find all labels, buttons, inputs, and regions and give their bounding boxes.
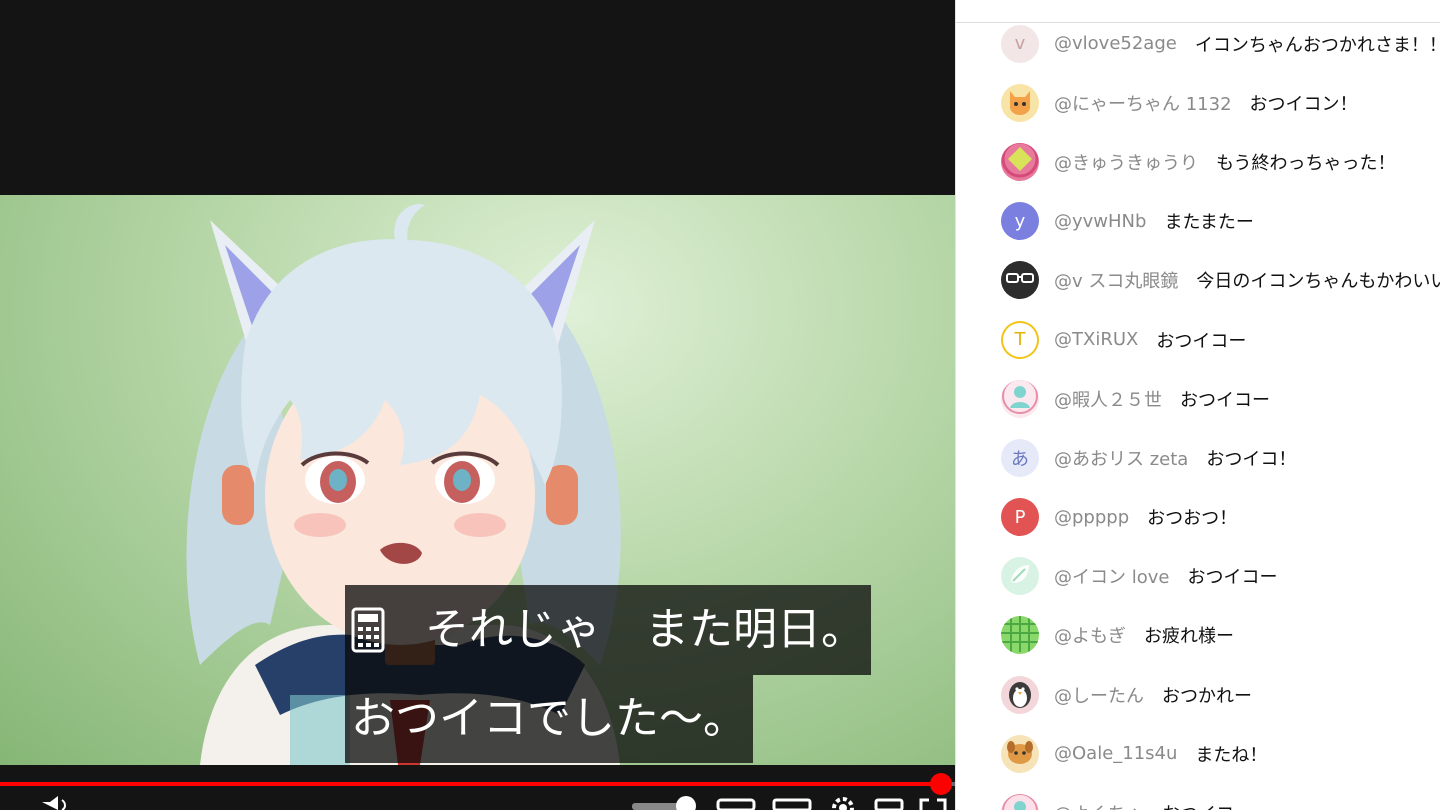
theater-mode-icon[interactable] — [874, 794, 904, 810]
cat-avatar-icon — [1001, 84, 1039, 122]
caption-text-1: それじゃ また明日。 — [425, 604, 865, 655]
person-avatar-icon — [1001, 794, 1039, 810]
avatar-letter: T — [1014, 329, 1026, 351]
avatar[interactable] — [1001, 794, 1039, 810]
chat-message-text: おつイコー — [1156, 330, 1247, 352]
chat-message[interactable]: v @vlove52age イコンちゃんおつかれさま！！ — [956, 14, 1440, 73]
avatar[interactable]: P — [1001, 498, 1039, 537]
chat-author-name[interactable]: @きゅうきゅうり — [1054, 149, 1198, 175]
pattern-avatar-icon — [1001, 616, 1039, 654]
autoplay-toggle-icon[interactable] — [632, 794, 698, 810]
chat-author-name[interactable]: @ppppp — [1054, 507, 1129, 528]
avatar[interactable]: あ — [1001, 438, 1039, 477]
progress-bar[interactable] — [0, 773, 955, 795]
avatar[interactable]: y — [1001, 202, 1039, 241]
chat-message-text: おつイコン！ — [1249, 93, 1358, 115]
chat-message-text: おつイコー — [1187, 567, 1278, 589]
chat-author-name[interactable]: @あおリス zeta — [1054, 445, 1188, 471]
chat-message-text: またまたー — [1164, 212, 1254, 234]
caption-line-2: おつイコでした～。 — [345, 675, 753, 763]
gear-icon[interactable] — [828, 794, 858, 810]
chat-author-name[interactable]: @vlove52age — [1054, 33, 1177, 54]
chat-message[interactable]: @にゃーちゃん 1132 おつイコン！ — [956, 73, 1440, 132]
avatar[interactable]: v — [1001, 24, 1039, 63]
chat-message-text: おつおつ！ — [1147, 508, 1238, 530]
fullscreen-icon[interactable] — [918, 794, 948, 810]
chat-message-text: おつイコー — [1162, 800, 1252, 810]
penguin-avatar-icon — [1001, 676, 1039, 714]
chat-author-name[interactable]: @よくちゃ — [1054, 800, 1144, 810]
live-chat-panel[interactable]: v @vlove52age イコンちゃんおつかれさま！！ @にゃーちゃん 1132 おつ… — [955, 0, 1440, 810]
chat-message[interactable]: @きゅうきゅうり もう終わっちゃった！ — [956, 132, 1440, 191]
calculator-icon — [351, 607, 385, 653]
avatar-letter: あ — [1011, 448, 1029, 470]
chat-author-name[interactable]: @よもぎ — [1054, 622, 1126, 648]
glasses-avatar-icon — [1001, 261, 1039, 299]
chat-author-name[interactable]: @暇人２５世 — [1054, 386, 1162, 412]
chat-message[interactable]: T @TXiRUX おつイコー — [956, 310, 1440, 369]
avatar[interactable]: T — [1001, 320, 1039, 359]
avatar[interactable] — [1001, 734, 1039, 773]
subtitles-icon[interactable] — [716, 794, 756, 810]
chat-message[interactable]: あ @あおリス zeta おつイコ！ — [956, 428, 1440, 487]
chat-author-name[interactable]: @にゃーちゃん 1132 — [1054, 90, 1232, 116]
chat-author-name[interactable]: @Oale_11s4u — [1054, 743, 1177, 764]
chat-message[interactable]: @よくちゃ おつイコー — [956, 783, 1440, 810]
chat-message[interactable]: P @ppppp おつおつ！ — [956, 488, 1440, 547]
avatar[interactable] — [1001, 83, 1039, 122]
video-player[interactable]: それじゃ また明日。 おつイコでした～。 — [0, 0, 955, 810]
avatar[interactable] — [1001, 675, 1039, 714]
caption-text-2: おつイコでした～。 — [351, 693, 747, 744]
dog-avatar-icon — [1001, 735, 1039, 773]
player-controls — [0, 794, 955, 810]
diamond-avatar-icon — [1001, 142, 1039, 181]
chat-author-name[interactable]: @イコン love — [1054, 563, 1169, 589]
chat-message[interactable]: y @yvwHNb またまたー — [956, 192, 1440, 251]
chat-author-name[interactable]: @v スコ丸眼鏡 — [1054, 267, 1178, 293]
avatar-letter: y — [1014, 210, 1026, 232]
avatar[interactable] — [1001, 379, 1039, 418]
leaf-avatar-icon — [1001, 557, 1039, 595]
chat-message-text: 今日のイコンちゃんもかわいい — [1196, 271, 1440, 293]
avatar-letter: v — [1014, 33, 1026, 55]
caption-line-1: それじゃ また明日。 — [345, 585, 871, 675]
avatar-letter: P — [1014, 506, 1026, 528]
avatar[interactable] — [1001, 616, 1039, 655]
chat-message[interactable]: @Oale_11s4u またね！ — [956, 724, 1440, 783]
chat-message-text: おつかれー — [1162, 685, 1252, 707]
avatar[interactable] — [1001, 557, 1039, 596]
chat-message-text: お疲れ様ー — [1144, 626, 1234, 648]
avatar[interactable] — [1001, 261, 1039, 300]
chat-author-name[interactable]: @しーたん — [1054, 682, 1144, 708]
chat-message[interactable]: @v スコ丸眼鏡 今日のイコンちゃんもかわいい — [956, 251, 1440, 310]
progress-scrubber-handle[interactable] — [929, 773, 952, 795]
chat-message[interactable]: @しーたん おつかれー — [956, 665, 1440, 724]
chat-message-text: イコンちゃんおつかれさま！！ — [1194, 34, 1440, 56]
miniplayer-icon[interactable] — [772, 794, 812, 810]
volume-icon[interactable] — [40, 794, 70, 810]
chat-message-list[interactable]: v @vlove52age イコンちゃんおつかれさま！！ @にゃーちゃん 1132 おつ… — [956, 14, 1440, 810]
person-avatar-icon — [1001, 379, 1039, 418]
progress-bar-fill — [0, 782, 941, 786]
chat-message-text: おつイコ！ — [1206, 448, 1297, 470]
chat-author-name[interactable]: @TXiRUX — [1054, 329, 1138, 350]
chat-message[interactable]: @暇人２５世 おつイコー — [956, 369, 1440, 428]
chat-message[interactable]: @よもぎ お疲れ様ー — [956, 606, 1440, 665]
avatar[interactable] — [1001, 142, 1039, 181]
chat-message-text: もう終わっちゃった！ — [1216, 152, 1396, 174]
chat-author-name[interactable]: @yvwHNb — [1054, 211, 1146, 232]
chat-message-text: またね！ — [1195, 744, 1268, 766]
chat-message-text: おつイコー — [1180, 389, 1270, 411]
chat-message[interactable]: @イコン love おつイコー — [956, 547, 1440, 606]
